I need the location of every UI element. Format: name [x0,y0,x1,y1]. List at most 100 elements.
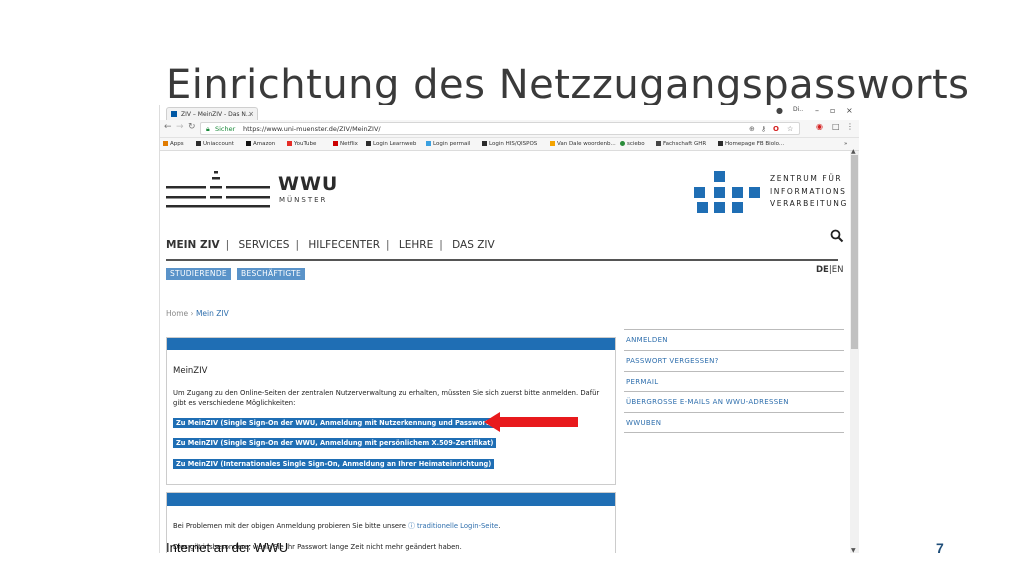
zoom-icon[interactable]: ⊕ [749,123,755,136]
bookmark-label: sciebo [627,141,645,147]
sso-password-link[interactable]: Zu MeinZIV (Single Sign-On der WWU, Anme… [173,418,495,428]
bookmarks-bar: Apps Uniaccount Amazon YouTube Netflix L… [160,138,859,151]
bookmark-sciebo[interactable]: sciebo [620,138,645,150]
wwu-wordmark: WWU [278,173,339,195]
back-icon[interactable]: ← [164,122,172,132]
box-header-bar [167,493,615,506]
international-sso-link[interactable]: Zu MeinZIV (Internationales Single Sign-… [173,459,495,469]
menu-icon[interactable]: ⋮ [846,122,854,131]
address-bar[interactable]: 🔒︎ Sicher https://www.uni-muenster.de/ZI… [200,122,800,135]
bookmark-youtube[interactable]: YouTube [287,138,316,150]
muenster-wordmark: MÜNSTER [279,196,328,204]
minimize-icon[interactable]: – [815,106,819,115]
nav-separator: | [439,239,443,251]
tab-beschaeftigte[interactable]: BESCHÄFTIGTE [237,268,306,280]
browser-window: ZIV – MeinZIV - Das N... × ● Di.. – ▫ × … [159,105,859,553]
info-icon: ⓘ [408,522,415,530]
help-text-end: . [498,522,501,530]
bookmark-vandale[interactable]: Van Dale woordenb... [550,138,616,150]
browser-tab[interactable]: ZIV – MeinZIV - Das N... × [166,107,258,120]
box-heading: MeinZIV [173,366,208,376]
sidebar-item-wwuben[interactable]: WWUBEN [624,412,844,433]
search-icon[interactable] [830,229,844,243]
nav-lehre[interactable]: LEHRE [399,239,433,251]
bookmarks-overflow-icon[interactable]: » [844,138,847,150]
login-box: MeinZIV Um Zugang zu den Online-Seiten d… [166,337,616,485]
bookmark-learnweb[interactable]: Login Learnweb [366,138,416,150]
window-user: Di.. [793,106,804,113]
ziv-favicon-icon [171,111,177,117]
vandale-icon [550,141,555,146]
nav-hilfecenter[interactable]: HILFECENTER [308,239,380,251]
scroll-up-icon[interactable]: ▲ [851,148,856,155]
secure-label: Sicher [215,125,236,133]
bookmark-fachschaft[interactable]: Fachschaft GHR [656,138,706,150]
scroll-thumb[interactable] [851,155,858,349]
breadcrumb-home[interactable]: Home [166,309,188,318]
box-header-bar [167,338,615,350]
bookmark-hisqispos[interactable]: Login HIS/QISPOS [482,138,537,150]
nav-divider [166,259,838,261]
ziv-logo-cell [749,187,760,198]
sidebar-menu: ANMELDEN PASSWORT VERGESSEN? PERMAIL ÜBE… [624,329,844,433]
bookmark-label: Uniaccount [203,141,234,147]
slide-page-number: 7 [936,540,944,556]
reload-icon[interactable]: ↻ [188,122,196,132]
bookmark-fb-bio[interactable]: Homepage FB Biolo... [718,138,784,150]
bookmark-amazon[interactable]: Amazon [246,138,275,150]
bookmark-label: Apps [170,141,184,147]
ziv-wordmark: ZENTRUM FÜR INFORMATIONS VERARBEITUNG [770,173,848,211]
scroll-down-icon[interactable]: ▼ [851,547,856,553]
profile-icon[interactable]: ● [776,106,783,115]
close-window-icon[interactable]: × [846,106,853,115]
bookmark-apps[interactable]: Apps [163,138,184,150]
nav-separator: | [386,239,390,251]
wwu-icon [196,141,201,146]
bookmark-star-icon[interactable]: ☆ [787,123,793,136]
help-text-main: Bei Problemen mit der obigen Anmeldung p… [173,522,406,530]
sciebo-icon [620,141,625,146]
nav-mein-ziv[interactable]: MEIN ZIV [166,239,220,251]
lang-en[interactable]: EN [832,265,844,275]
bookmark-permail[interactable]: Login permail [426,138,470,150]
extension-icon[interactable]: ◉ [816,122,823,131]
sidebar-item-permail[interactable]: PERMAIL [624,370,844,392]
ziv-logo-icon[interactable] [694,171,760,215]
bookmark-label: Login permail [433,141,471,147]
opera-icon[interactable]: O [773,123,779,136]
nav-das-ziv[interactable]: DAS ZIV [452,239,495,251]
wwu-icon [482,141,487,146]
lang-de[interactable]: DE [816,265,829,275]
bookmark-label: Van Dale woordenb... [557,141,616,147]
bookmark-netflix[interactable]: Netflix [333,138,358,150]
sso-certificate-link[interactable]: Zu MeinZIV (Single Sign-On der WWU, Anme… [173,438,497,448]
maximize-icon[interactable]: ▫ [830,106,835,115]
slide-title: Einrichtung des Netzzugangspassworts [166,62,970,108]
nav-services[interactable]: SERVICES [239,239,290,251]
forward-icon[interactable]: → [176,122,184,132]
language-switch: DE|EN [816,265,843,275]
sidebar-item-passwort-vergessen[interactable]: PASSWORT VERGESSEN? [624,349,844,371]
page-viewport: WWU MÜNSTER ZENTRUM FÜR INFORMATIONS VER… [160,151,850,553]
nav-separator: | [225,239,230,251]
bookmark-uniaccount[interactable]: Uniaccount [196,138,234,150]
key-icon[interactable]: ⚷ [761,123,766,136]
tab-close-icon[interactable]: × [248,108,254,120]
netflix-icon [333,141,338,146]
breadcrumb-current[interactable]: Mein ZIV [196,309,229,318]
url-text[interactable]: https://www.uni-muenster.de/ZIV/MeinZIV/ [243,123,381,136]
wwu-icon [718,141,723,146]
browser-titlebar: ZIV – MeinZIV - Das N... × ● Di.. – ▫ × [160,105,859,120]
sidebar-item-uebergrosse-emails[interactable]: ÜBERGROSSE E-MAILS AN WWU-ADRESSEN [624,391,844,412]
bookmark-label: Fachschaft GHR [663,141,707,147]
bookmark-label: Homepage FB Biolo... [725,141,785,147]
red-arrow-icon [484,412,578,432]
main-navigation: MEIN ZIV | SERVICES | HILFECENTER | LEHRE | … [166,239,501,251]
vertical-scrollbar[interactable]: ▲ ▼ [850,148,859,553]
traditional-login-link[interactable]: traditionelle Login-Seite [417,522,498,530]
extension2-icon[interactable]: □ [832,122,840,131]
browser-toolbar: ← → ↻ 🔒︎ Sicher https://www.uni-muenster… [160,120,859,138]
tab-studierende[interactable]: STUDIERENDE [166,268,231,280]
sidebar-item-anmelden[interactable]: ANMELDEN [624,329,844,350]
wwu-icon [366,141,371,146]
